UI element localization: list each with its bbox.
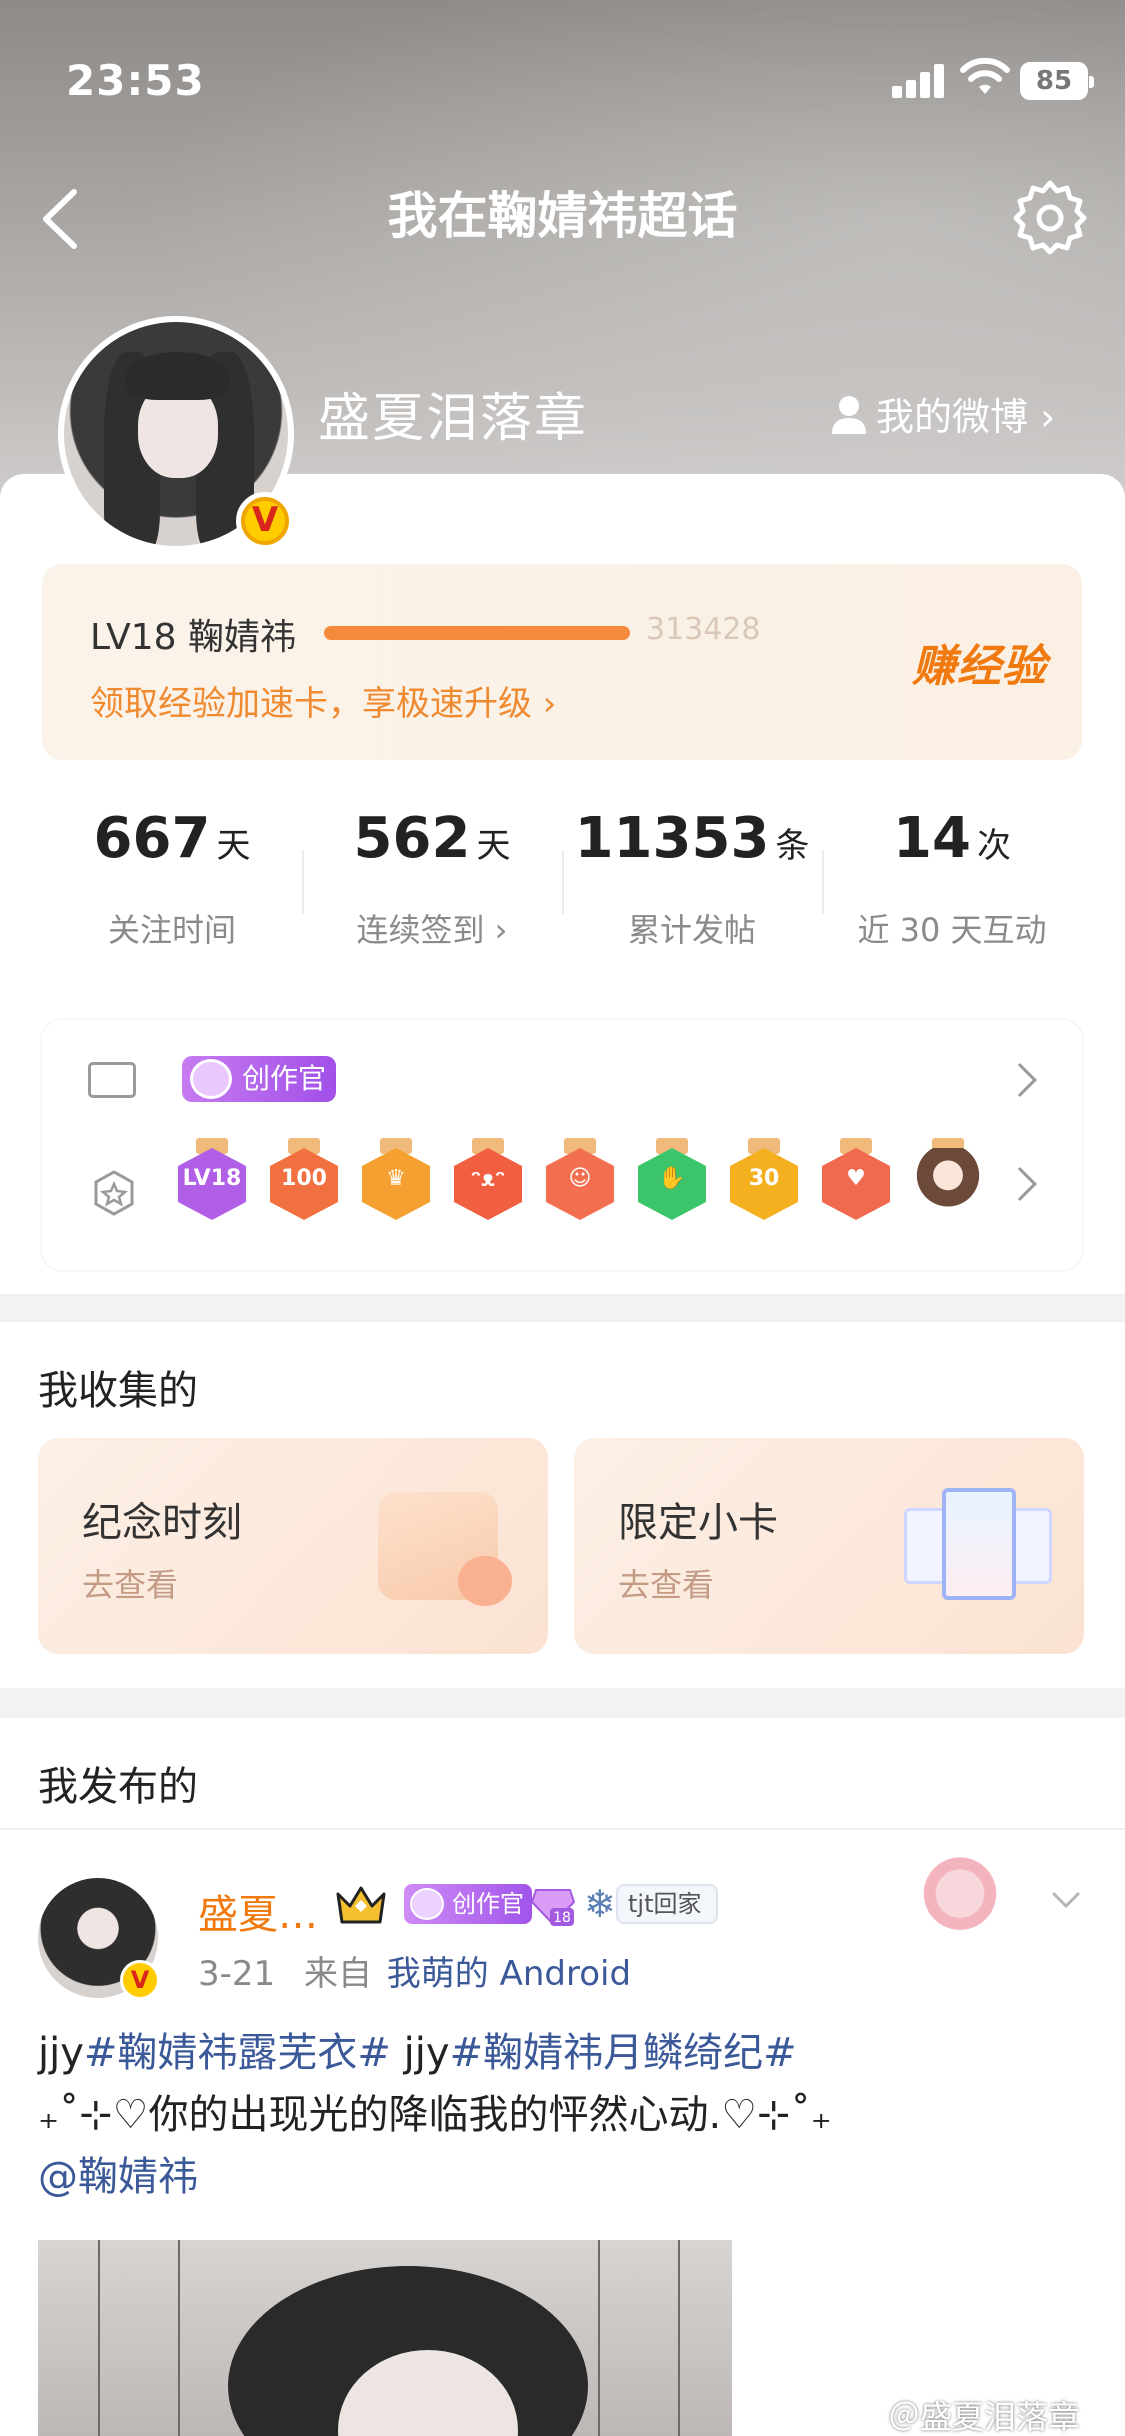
stat-checkin-streak[interactable]: 562 天 连续签到 › [302,804,562,974]
post-image[interactable] [38,2240,732,2436]
gem-level-icon: 18 [530,1889,576,1926]
post-date: 3-21 [198,1954,276,1994]
memorial-moments-card[interactable]: 纪念时刻 去查看 [38,1438,548,1654]
level-points: 313428 [646,612,761,647]
30-days-medal: 30 [730,1138,798,1224]
svg-text:18: 18 [553,1910,571,1926]
wifi-icon [960,58,1010,94]
post-content: jjy#鞠婧祎露芜衣# jjy#鞠婧祎月鳞绮纪# ₊˚⊹♡你的出现光的降临我的怦… [38,2022,1078,2208]
heart-hand-medal: ♥ [822,1138,890,1224]
profile-card: LV18 鞠婧祎 313428 领取经验加速卡，享极速升级 › 赚经验 667 天… [0,474,1125,1294]
photo-cards-icon [904,1484,1054,1604]
hashtag-link[interactable]: #鞠婧祎月鳞绮纪# [450,2030,797,2076]
battery-indicator: 85 [1020,62,1094,100]
page-title: 我在鞠婧祎超话 [387,187,738,245]
watermark: ＠盛夏泪落章 [888,2398,1081,2436]
medal-icon [94,1170,134,1216]
post-meta: 3-21 来自 我萌的 Android [198,1946,631,1995]
fan-group-tag[interactable]: tjt回家 [616,1884,718,1924]
snowflake-icon: ❄ [584,1882,616,1926]
signal-icon [892,62,946,98]
verified-badge-icon: V [236,492,294,550]
id-card-icon [88,1062,136,1098]
crown-icon [336,1886,386,1924]
person-icon [832,395,866,434]
chevron-right-icon[interactable] [1003,1063,1037,1097]
posts-section: 我发布的 V 盛夏… 创作官 18 ❄ tjt回家 3-21 来自 我萌的 An… [0,1718,1125,2436]
stat-total-posts: 11353 条 累计发帖 [562,804,822,974]
heart-icon [458,1556,512,1606]
stats-row: 667 天 关注时间 562 天 连续签到 › 11353 条 累计发帖 14 次 近 … [42,804,1082,974]
lv18-medal: LV18 [178,1138,246,1224]
level-label: LV18 鞠婧祎 [90,617,296,658]
post-source[interactable]: 我萌的 Android [387,1954,631,1994]
level-progress-bar [324,626,630,640]
chevron-right-icon[interactable] [1003,1167,1037,1201]
post-line: ₊˚⊹♡你的出现光的降临我的怦然心动.♡⊹˚₊ [38,2092,832,2138]
creator-badge[interactable]: 创作官 [182,1056,337,1102]
limited-cards-card[interactable]: 限定小卡 去查看 [574,1438,1084,1654]
creator-badge-small[interactable]: 创作官 [404,1884,532,1924]
post-from-label: 来自 [303,1954,372,1994]
posts-title: 我发布的 [38,1764,198,1810]
medal-list[interactable]: LV18 100 ♛ ᵔᴥᵔ ☺ ✋ 30 ♥ [178,1138,982,1238]
creator-icon [410,1888,444,1920]
earn-exp-button[interactable]: 赚经验 [912,630,1047,694]
speedup-card-link[interactable]: 领取经验加速卡，享极速升级 › [90,676,556,725]
my-weibo-label: 我的微博 › [876,395,1056,439]
level-panel[interactable]: LV18 鞠婧祎 313428 领取经验加速卡，享极速升级 › 赚经验 [42,564,1082,760]
status-bar: 23:53 85 [0,0,1125,150]
cat-medal: ᵔᴥᵔ [454,1138,522,1224]
crown-medal: ♛ [362,1138,430,1224]
collections-section: 我收集的 纪念时刻 去查看 限定小卡 去查看 [0,1322,1125,1688]
badges-panel: 创作官 LV18 100 ♛ ᵔᴥᵔ ☺ ✋ 30 ♥ [42,1020,1082,1270]
decoration-sticker-icon [905,1836,1015,1932]
divider [0,1828,1125,1830]
creator-icon [190,1059,232,1099]
mention-link[interactable]: @鞠婧祎 [38,2146,1078,2208]
chevron-down-icon[interactable] [1050,1884,1082,1916]
stat-interactions: 14 次 近 30 天互动 [822,804,1082,974]
hashtag-link[interactable]: #鞠婧祎露芜衣# [84,2030,391,2076]
hand-medal: ✋ [638,1138,706,1224]
status-time: 23:53 [66,56,205,105]
collections-title: 我收集的 [38,1368,198,1414]
mascot-medal: ☺ [546,1138,614,1224]
100-days-medal: 100 [270,1138,338,1224]
post-author-name[interactable]: 盛夏… [198,1882,318,1940]
username: 盛夏泪落章 [318,389,589,449]
my-weibo-link[interactable]: 我的微博 › [830,386,1055,441]
girl-medal [914,1138,982,1224]
stat-follow-days: 667 天 关注时间 [93,806,251,949]
verified-badge-icon: V [120,1960,160,2000]
gear-icon[interactable] [1012,180,1088,256]
